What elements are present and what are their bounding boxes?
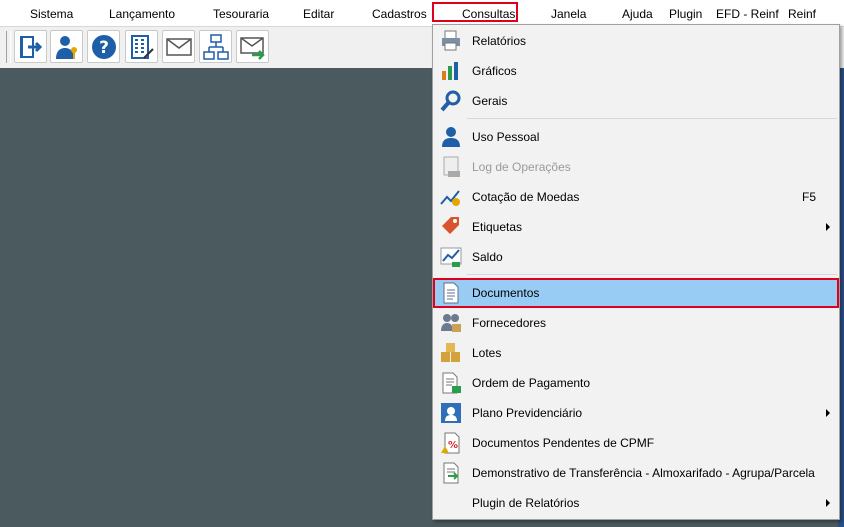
pending-docs-icon: % — [441, 432, 460, 454]
mail-button[interactable] — [162, 30, 195, 63]
menu-item-label: Documentos — [472, 286, 540, 300]
menu-item-etiquetas[interactable]: Etiquetas — [434, 213, 838, 241]
menu-item-label: Lotes — [472, 346, 502, 360]
menu-item-saldo[interactable]: Saldo — [434, 243, 838, 271]
menu-item-label: Uso Pessoal — [472, 130, 540, 144]
svg-text:%: % — [448, 440, 458, 451]
menu-item-log-de-operacoes: Log de Operações — [434, 153, 838, 181]
menu-item-label: Gráficos — [472, 64, 517, 78]
menu-item-label: Relatórios — [472, 34, 527, 48]
menu-item-uso-pessoal[interactable]: Uso Pessoal — [434, 123, 838, 151]
submenu-arrow-icon — [826, 409, 830, 417]
menu-item-label: Saldo — [472, 250, 503, 264]
menu-bar: Sistema Lançamento Tesouraria Editar Cad… — [0, 0, 844, 26]
network-icon — [203, 34, 229, 60]
person-icon — [442, 127, 460, 147]
menu-sistema[interactable]: Sistema — [30, 0, 73, 26]
exit-icon — [20, 36, 43, 58]
mail-forward-button[interactable] — [236, 30, 269, 63]
menu-item-graficos[interactable]: Gráficos — [434, 57, 838, 85]
help-icon: ? — [92, 35, 116, 59]
printer-icon — [442, 30, 460, 51]
menu-separator — [467, 118, 837, 119]
menu-item-label: Log de Operações — [472, 160, 571, 174]
menu-item-shortcut: F5 — [801, 190, 816, 204]
submenu-arrow-icon — [826, 499, 830, 507]
menu-item-label: Ordem de Pagamento — [472, 376, 591, 390]
pension-icon — [441, 403, 461, 423]
building-edit-button[interactable] — [125, 30, 158, 63]
menu-ajuda[interactable]: Ajuda — [622, 0, 653, 26]
submenu-arrow-icon — [826, 223, 830, 231]
menu-item-lotes[interactable]: Lotes — [434, 339, 838, 367]
magnifier-icon — [440, 90, 461, 112]
menu-cadastros[interactable]: Cadastros — [372, 0, 427, 26]
currency-chart-icon — [440, 190, 460, 206]
user-key-button[interactable] — [50, 30, 83, 63]
mail-forward-icon — [240, 37, 265, 60]
network-button[interactable] — [199, 30, 232, 63]
tag-icon — [442, 217, 459, 234]
menu-item-label: Cotação de Moedas — [472, 190, 580, 204]
menu-item-label: Plano Previdenciário — [472, 406, 583, 420]
consultas-dropdown: Relatórios Gráficos Gerais Uso Pessoal L… — [432, 24, 840, 520]
menu-item-plugin-de-relatorios[interactable]: Plugin de Relatórios — [434, 489, 838, 517]
menu-editar[interactable]: Editar — [303, 0, 334, 26]
menu-lancamento[interactable]: Lançamento — [109, 0, 175, 26]
menu-item-documentos-pendentes-cpmf[interactable]: % Documentos Pendentes de CPMF — [434, 429, 838, 457]
menu-item-label: Demonstrativo de Transferência - Almoxar… — [472, 466, 815, 480]
consultas-highlight-box — [432, 2, 518, 22]
menu-item-plano-previdenciario[interactable]: Plano Previdenciário — [434, 399, 838, 427]
menu-item-fornecedores[interactable]: Fornecedores — [434, 309, 838, 337]
log-icon — [443, 156, 460, 177]
document-icon — [443, 282, 459, 304]
mail-icon — [166, 38, 192, 56]
suppliers-icon — [441, 314, 461, 332]
payment-order-icon — [442, 372, 461, 394]
balance-icon — [440, 247, 462, 267]
menu-item-label: Etiquetas — [472, 220, 523, 234]
building-edit-icon — [131, 35, 154, 59]
menu-item-label: Plugin de Relatórios — [472, 496, 580, 510]
menu-item-label: Gerais — [472, 94, 508, 108]
menu-item-documentos[interactable]: Documentos — [433, 278, 839, 308]
menu-item-label: Documentos Pendentes de CPMF — [472, 436, 655, 450]
menu-item-gerais[interactable]: Gerais — [434, 87, 838, 115]
menu-item-label: Fornecedores — [472, 316, 547, 330]
menu-item-demonstrativo-transferencia[interactable]: Demonstrativo de Transferência - Almoxar… — [434, 459, 838, 487]
menu-separator — [467, 274, 837, 275]
svg-text:?: ? — [99, 38, 109, 58]
boxes-icon — [441, 343, 460, 362]
user-key-icon — [56, 36, 77, 59]
bar-chart-icon — [442, 62, 458, 80]
menu-item-relatorios[interactable]: Relatórios — [434, 27, 838, 55]
menu-reinf[interactable]: Reinf — [788, 0, 816, 26]
menu-plugin[interactable]: Plugin — [669, 0, 702, 26]
menu-tesouraria[interactable]: Tesouraria — [213, 0, 269, 26]
transfer-icon — [443, 462, 459, 484]
menu-item-ordem-de-pagamento[interactable]: Ordem de Pagamento — [434, 369, 838, 397]
menu-item-cotacao-de-moedas[interactable]: Cotação de Moedas F5 — [434, 183, 838, 211]
exit-button[interactable] — [14, 30, 47, 63]
toolbar-grip[interactable] — [6, 31, 11, 63]
menu-janela[interactable]: Janela — [551, 0, 586, 26]
menu-efd-reinf[interactable]: EFD - Reinf — [716, 0, 779, 26]
help-button[interactable]: ? — [87, 30, 120, 63]
